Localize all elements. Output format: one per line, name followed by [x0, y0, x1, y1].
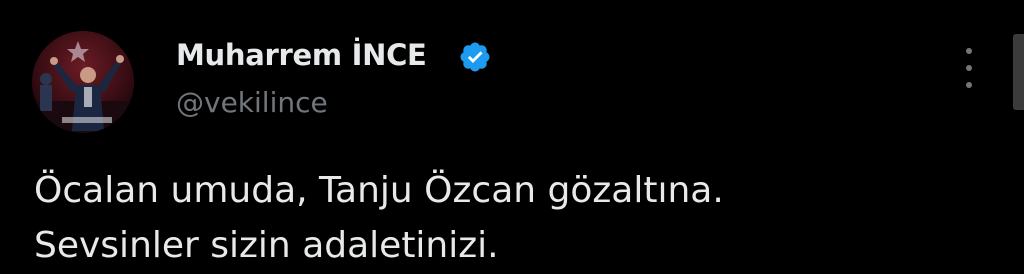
avatar[interactable] [32, 31, 134, 133]
more-dot [966, 82, 972, 88]
more-dot [966, 65, 972, 71]
author-display-name[interactable]: Muharrem İNCE [176, 38, 427, 72]
verified-badge-icon [460, 42, 490, 72]
tweet-text: Öcalan umuda, Tanju Özcan gözaltına. Sev… [34, 163, 724, 273]
tweet-card: Muharrem İNCE @vekilince Öcalan umuda, T… [0, 0, 1024, 274]
more-options-icon[interactable] [956, 48, 982, 88]
tweet-line: Sevsinler sizin adaletinizi. [34, 225, 499, 266]
author-handle[interactable]: @vekilince [176, 86, 328, 119]
scrollbar[interactable] [1013, 34, 1024, 110]
tweet-line: Öcalan umuda, Tanju Özcan gözaltına. [34, 170, 724, 211]
more-dot [966, 48, 972, 54]
profile-photo [32, 31, 134, 133]
